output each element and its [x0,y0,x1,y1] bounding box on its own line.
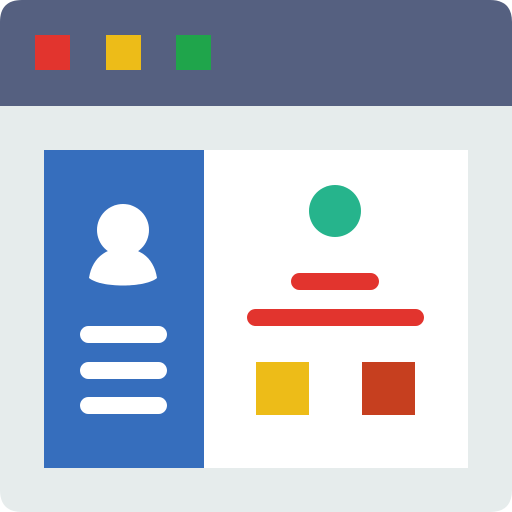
orange-square-icon [362,362,415,415]
close-dot-icon[interactable] [35,35,70,70]
profile-sidebar [44,150,204,468]
minimize-dot-icon[interactable] [106,35,141,70]
browser-window-graphic [0,0,512,512]
browser-window-icon [0,0,512,512]
maximize-dot-icon[interactable] [176,35,211,70]
window-title-bar [0,0,512,106]
sidebar-text-line [80,397,167,414]
sidebar-text-line [80,362,167,379]
content-text-line [247,309,424,326]
avatar-circle-icon [309,185,361,237]
yellow-square-icon [256,362,309,415]
sidebar-text-line [80,326,167,343]
content-heading-line [291,273,379,290]
